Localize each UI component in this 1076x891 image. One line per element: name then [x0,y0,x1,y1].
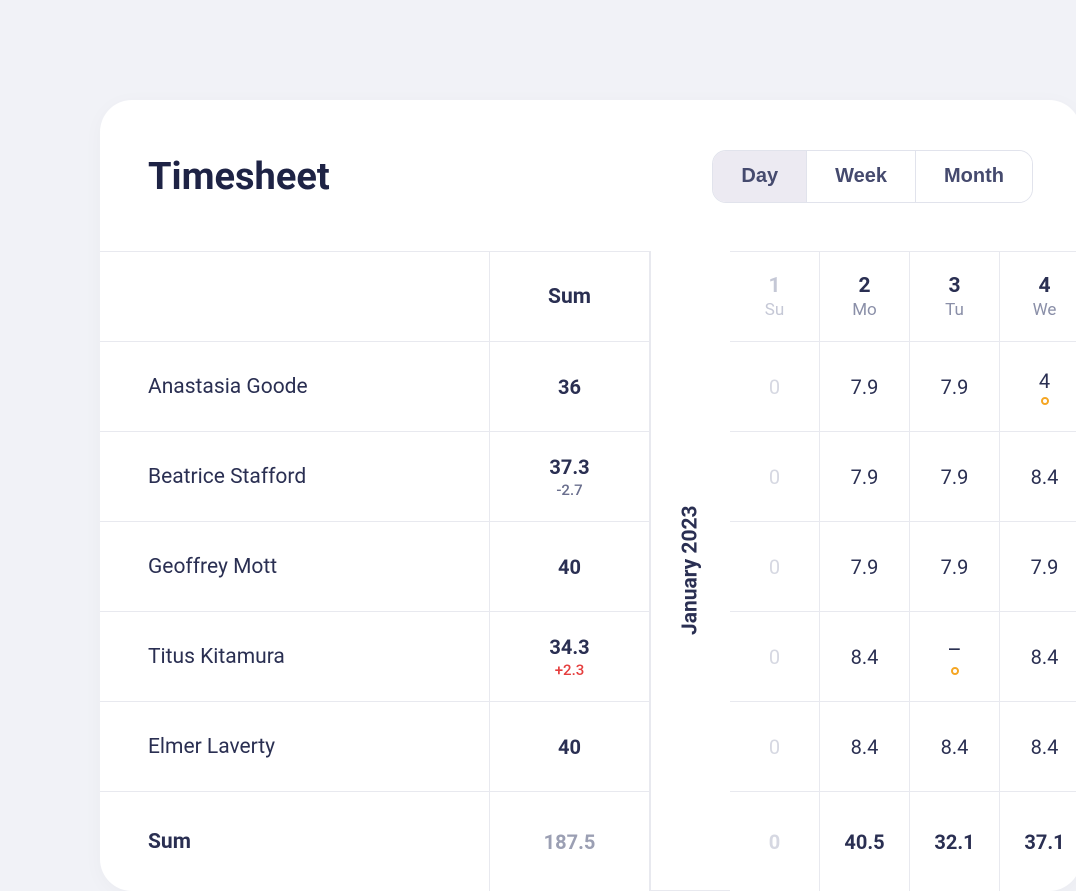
footer-day-value: 0 [769,830,780,854]
row-sum: 37.3 -2.7 [490,431,650,521]
day-value: 8.4 [1031,465,1059,489]
day-value: 8.4 [851,645,879,669]
day-num: 4 [1038,274,1050,298]
day-cell[interactable]: 0 [730,701,820,791]
day-header-3: 3 Tu [910,251,1000,341]
day-cell[interactable]: 0 [730,611,820,701]
day-cell[interactable]: 8.4 [820,701,910,791]
footer-sum: 187.5 [490,791,650,891]
day-value: 0 [769,735,780,759]
header-sum: Sum [490,251,650,341]
day-value: 0 [769,465,780,489]
day-value: 0 [769,645,780,669]
footer-day: 32.1 [910,791,1000,891]
day-cell[interactable]: 8.4 [1000,611,1076,701]
day-cell[interactable]: 0 [730,431,820,521]
sum-value: 40 [558,555,581,579]
day-cell[interactable]: 4 [1000,341,1076,431]
footer-day: 37.1 [1000,791,1076,891]
footer-day: 0 [730,791,820,891]
day-value: 7.9 [851,465,879,489]
row-sum: 40 [490,701,650,791]
day-abbr: We [1033,300,1057,320]
day-cell[interactable]: 8.4 [1000,701,1076,791]
employee-name[interactable]: Geoffrey Mott [100,521,490,611]
delta-value: +2.3 [555,661,585,679]
row-sum: 40 [490,521,650,611]
day-num: 1 [768,274,780,298]
day-header-4: 4 We [1000,251,1076,341]
employee-name[interactable]: Beatrice Stafford [100,431,490,521]
day-cell[interactable]: 7.9 [820,431,910,521]
indicator-dot-icon [1041,397,1049,405]
day-value: 8.4 [851,735,879,759]
day-cell[interactable]: 7.9 [1000,521,1076,611]
day-value: 7.9 [941,465,969,489]
day-cell[interactable]: 8.4 [1000,431,1076,521]
header-empty [100,251,490,341]
day-header-1: 1 Su [730,251,820,341]
day-value: 4 [1039,369,1050,393]
day-value: 7.9 [941,555,969,579]
day-cell[interactable]: 8.4 [820,611,910,701]
day-header-2: 2 Mo [820,251,910,341]
day-value: 7.9 [1031,555,1059,579]
row-sum: 36 [490,341,650,431]
employee-name[interactable]: Anastasia Goode [100,341,490,431]
day-cell[interactable]: 7.9 [910,341,1000,431]
delta-value: -2.7 [556,481,582,499]
day-value: 7.9 [941,375,969,399]
day-value: 8.4 [1031,645,1059,669]
day-cell[interactable]: 0 [730,521,820,611]
day-cell[interactable]: – [910,611,1000,701]
day-abbr: Su [765,300,784,320]
employee-name[interactable]: Titus Kitamura [100,611,490,701]
day-num: 2 [858,274,870,298]
view-toggle-group: Day Week Month [712,150,1033,203]
day-value: 7.9 [851,375,879,399]
page-title: Timesheet [148,155,330,199]
timesheet-card: Timesheet Day Week Month Sum January 202… [100,100,1076,891]
view-day-button[interactable]: Day [713,151,807,202]
day-value: 7.9 [851,555,879,579]
footer-label: Sum [100,791,490,891]
sum-value: 40 [558,735,581,759]
day-cell[interactable]: 7.9 [910,431,1000,521]
day-cell[interactable]: 0 [730,341,820,431]
day-abbr: Mo [852,300,877,320]
day-abbr: Tu [945,300,964,320]
footer-day: 40.5 [820,791,910,891]
day-cell[interactable]: 8.4 [910,701,1000,791]
card-header: Timesheet Day Week Month [100,150,1076,251]
day-num: 3 [948,274,960,298]
timesheet-grid: Sum January 2023 1 Su 2 Mo 3 Tu 4 We Ana… [100,251,1076,891]
month-label: January 2023 [650,251,730,891]
view-month-button[interactable]: Month [916,151,1032,202]
day-cell[interactable]: 7.9 [910,521,1000,611]
day-value: 8.4 [1031,735,1059,759]
sum-value: 36 [558,375,581,399]
employee-name[interactable]: Elmer Laverty [100,701,490,791]
day-cell[interactable]: 7.9 [820,521,910,611]
view-week-button[interactable]: Week [807,151,916,202]
outer-container: Timesheet Day Week Month Sum January 202… [15,15,1061,847]
day-value: 8.4 [941,735,969,759]
sum-value: 37.3 [549,455,589,479]
day-value: – [947,638,961,663]
row-sum: 34.3 +2.3 [490,611,650,701]
day-value: 0 [769,555,780,579]
indicator-dot-icon [951,667,959,675]
day-value: 0 [769,375,780,399]
day-cell[interactable]: 7.9 [820,341,910,431]
sum-value: 34.3 [549,635,589,659]
